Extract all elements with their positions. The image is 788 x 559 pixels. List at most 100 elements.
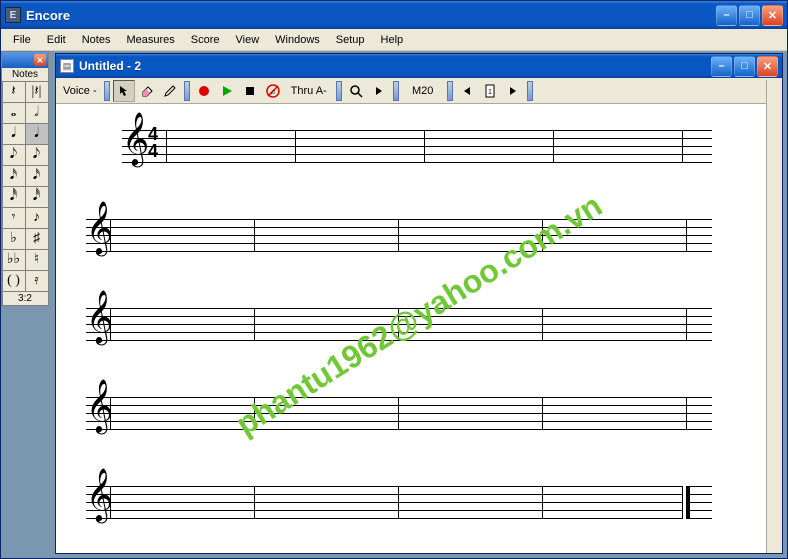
barline: [682, 130, 683, 163]
thru-label[interactable]: Thru A-: [285, 85, 333, 97]
palette-cell[interactable]: ♮: [25, 249, 49, 271]
app-icon: E: [5, 7, 21, 23]
staff[interactable]: 𝄞: [86, 480, 752, 524]
barline: [254, 308, 255, 341]
menu-view[interactable]: View: [228, 32, 268, 48]
palette-titlebar: ✕: [2, 52, 48, 68]
palette-cell[interactable]: 𝅘𝅥: [25, 123, 49, 145]
treble-clef: 𝄞: [122, 116, 149, 162]
svg-text:♫: ♫: [270, 89, 275, 96]
barline: [254, 219, 255, 252]
toolbar-separator: [336, 81, 342, 101]
prev-page-button[interactable]: [456, 80, 478, 102]
palette-cell[interactable]: 𝅘𝅥𝅯: [25, 165, 49, 187]
barline: [398, 308, 399, 341]
menu-setup[interactable]: Setup: [328, 32, 373, 48]
palette-cell[interactable]: |𝄽|: [25, 81, 49, 103]
palette-cell[interactable]: ♭♭: [2, 249, 26, 271]
toolbar-separator: [104, 81, 110, 101]
palette-cell[interactable]: 𝅘𝅥𝅮: [25, 144, 49, 166]
record-button[interactable]: [193, 80, 215, 102]
palette-cell[interactable]: 𝅘𝅥: [2, 123, 26, 145]
barline: [110, 397, 111, 430]
barline: [686, 397, 687, 430]
palette-cell[interactable]: 𝅗𝅥: [25, 102, 49, 124]
barline: [110, 308, 111, 341]
palette-cell[interactable]: 𝅘𝅥𝅰: [25, 186, 49, 208]
doc-titlebar: ▤ Untitled - 2 – □ ✕: [56, 54, 782, 78]
barline: [686, 486, 690, 519]
eraser-tool-button[interactable]: [136, 80, 158, 102]
doc-title: Untitled - 2: [79, 59, 711, 73]
pencil-tool-button[interactable]: [159, 80, 181, 102]
doc-close-button[interactable]: ✕: [757, 56, 778, 77]
arrow-tool-button[interactable]: [113, 80, 135, 102]
toolbar-separator: [393, 81, 399, 101]
no-repeat-button[interactable]: ♫: [262, 80, 284, 102]
play-button[interactable]: [216, 80, 238, 102]
palette-cell[interactable]: 𝅘𝅥𝅰: [2, 186, 26, 208]
toolbar-separator: [184, 81, 190, 101]
barline: [686, 308, 687, 341]
barline: [295, 130, 296, 163]
palette-cell[interactable]: ( ): [2, 270, 26, 292]
main-window: E Encore – □ ✕ FileEditNotesMeasuresScor…: [0, 0, 788, 559]
voice-label[interactable]: Voice -: [59, 85, 101, 97]
time-signature: 44: [148, 126, 158, 160]
palette-footer[interactable]: 3:2: [2, 291, 49, 306]
staff[interactable]: 𝄞: [86, 302, 752, 346]
document-window: ▤ Untitled - 2 – □ ✕ Voice - ♫ Th: [55, 53, 783, 554]
palette-cell[interactable]: 𝄽: [2, 81, 26, 103]
palette-cell[interactable]: 𝅘𝅥𝅯: [2, 165, 26, 187]
palette-cell[interactable]: ♯: [25, 228, 49, 250]
palette-cell[interactable]: 𝄾: [2, 207, 26, 229]
staff[interactable]: 𝄞: [86, 391, 752, 435]
main-titlebar: E Encore – □ ✕: [1, 1, 787, 29]
menu-windows[interactable]: Windows: [267, 32, 328, 48]
zoom-button[interactable]: [345, 80, 367, 102]
toolbar-separator: [447, 81, 453, 101]
measure-label[interactable]: M20: [402, 85, 444, 97]
staff[interactable]: 𝄞44: [122, 124, 752, 168]
menu-notes[interactable]: Notes: [74, 32, 119, 48]
doc-minimize-button[interactable]: –: [711, 56, 732, 77]
close-button[interactable]: ✕: [762, 5, 783, 26]
next-page-button[interactable]: [502, 80, 524, 102]
score-canvas[interactable]: 𝄞44𝄞𝄞𝄞𝄞phantu1962@yahoo.com.vn: [56, 104, 782, 553]
stop-button[interactable]: [239, 80, 261, 102]
menu-measures[interactable]: Measures: [118, 32, 182, 48]
barline: [254, 486, 255, 519]
vertical-scrollbar[interactable]: [766, 80, 782, 553]
barline: [542, 219, 543, 252]
barline: [110, 486, 111, 519]
palette-cell[interactable]: ♪: [25, 207, 49, 229]
menu-score[interactable]: Score: [183, 32, 228, 48]
palette-cell[interactable]: 𝅘𝅥𝅮: [2, 144, 26, 166]
palette-cell[interactable]: 𝄿: [25, 270, 49, 292]
barline: [110, 219, 111, 252]
zoom-next-button[interactable]: [368, 80, 390, 102]
doc-icon: ▤: [60, 59, 74, 73]
barline: [553, 130, 554, 163]
minimize-button[interactable]: –: [716, 5, 737, 26]
barline: [254, 397, 255, 430]
barline: [398, 219, 399, 252]
maximize-button[interactable]: □: [739, 5, 760, 26]
doc-maximize-button[interactable]: □: [734, 56, 755, 77]
menu-edit[interactable]: Edit: [39, 32, 74, 48]
barline: [542, 308, 543, 341]
palette-cell[interactable]: ♭: [2, 228, 26, 250]
palette-close-button[interactable]: ✕: [34, 54, 46, 66]
menu-file[interactable]: File: [5, 32, 39, 48]
barline: [542, 486, 543, 519]
barline: [686, 219, 687, 252]
menu-help[interactable]: Help: [373, 32, 412, 48]
palette-title: Notes: [2, 68, 48, 81]
staff[interactable]: 𝄞: [86, 213, 752, 257]
palette-cell[interactable]: 𝅝: [2, 102, 26, 124]
notes-palette: ✕ Notes 𝄽|𝄽|𝅝𝅗𝅥𝅘𝅥𝅘𝅥𝅘𝅥𝅮𝅘𝅥𝅮𝅘𝅥𝅯𝅘𝅥𝅯𝅘𝅥𝅰𝅘𝅥𝅰𝄾♪♭…: [1, 51, 49, 306]
menubar: FileEditNotesMeasuresScoreViewWindowsSet…: [1, 29, 787, 51]
page-button[interactable]: 1: [479, 80, 501, 102]
barline: [398, 486, 399, 519]
barline: [398, 397, 399, 430]
